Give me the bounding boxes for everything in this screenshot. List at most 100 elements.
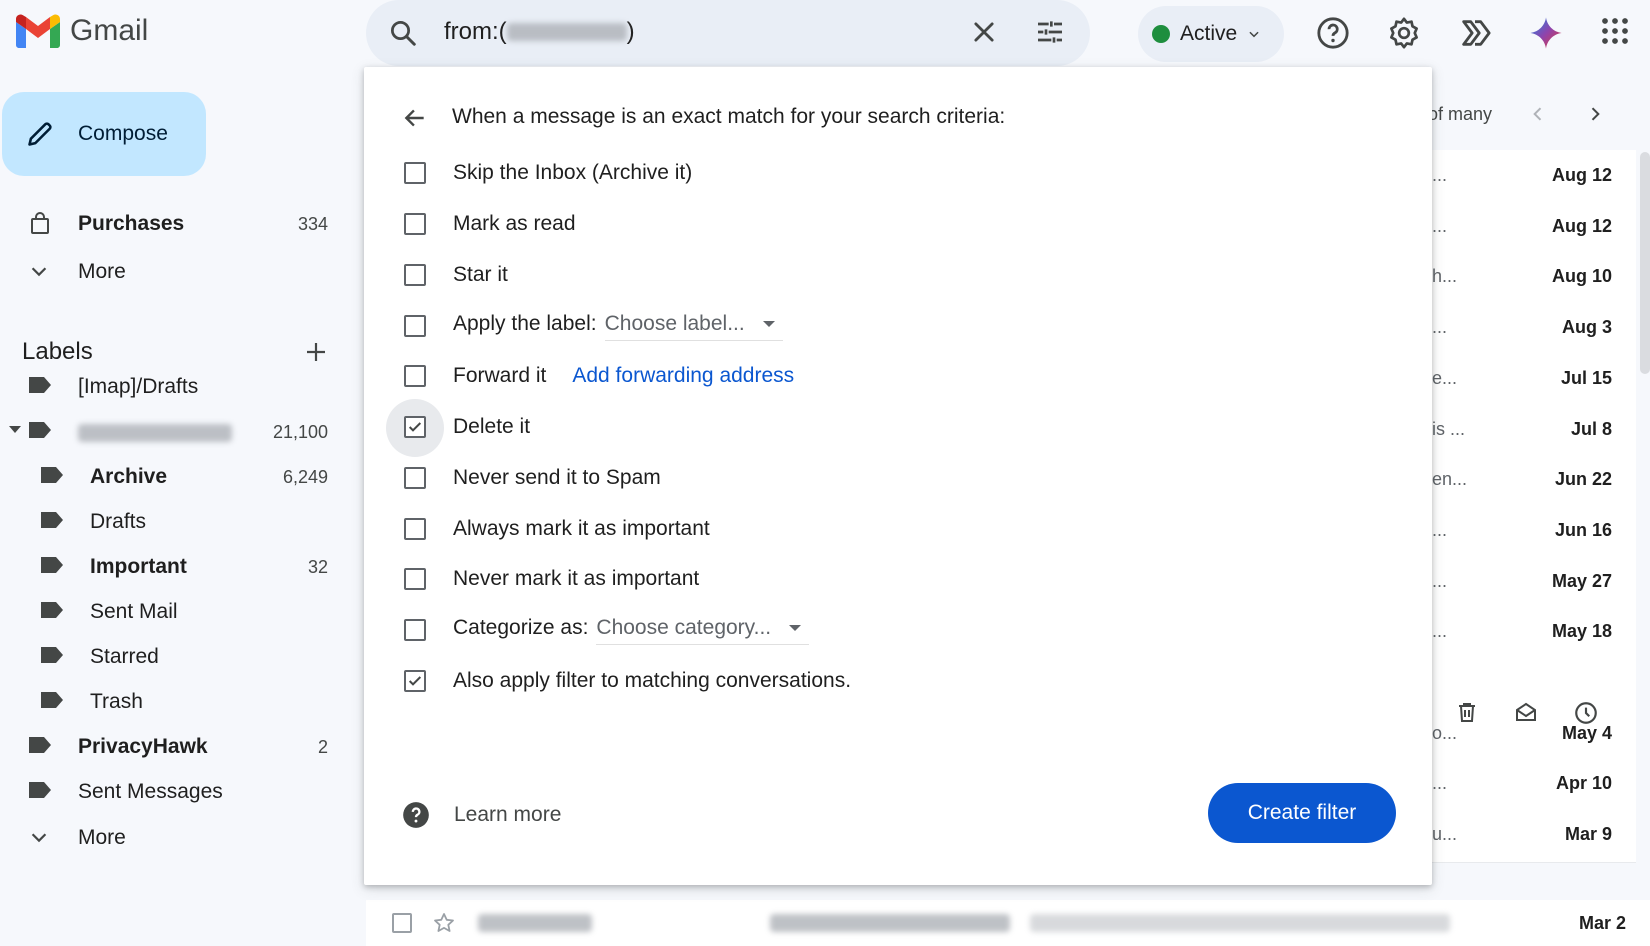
message-date: Mar 2	[1578, 913, 1626, 933]
table-row[interactable]: ... May 27	[1430, 555, 1636, 610]
checkbox[interactable]	[404, 619, 426, 641]
filter-option[interactable]: Always mark it as important	[364, 507, 1364, 551]
chevron-left-icon[interactable]	[1528, 104, 1548, 124]
expand-caret-icon[interactable]	[9, 426, 21, 433]
sidebar-label-item[interactable]: Archive 6,249	[0, 455, 340, 499]
checkbox[interactable]	[404, 365, 426, 387]
option-text: Delete it	[453, 415, 531, 438]
table-row[interactable]: en... Jun 22	[1430, 454, 1636, 509]
option-text: Star it	[453, 263, 508, 286]
table-row[interactable]: ... May 18	[1430, 606, 1636, 661]
filter-option[interactable]: Star it	[364, 253, 1364, 297]
back-arrow-icon[interactable]	[402, 105, 428, 131]
checkbox[interactable]	[404, 162, 426, 184]
apps-script-icon[interactable]	[1458, 16, 1492, 50]
option-text: Forward it	[453, 364, 547, 387]
sidebar-label-item[interactable]: PrivacyHawk 2	[0, 725, 340, 769]
sidebar-label-item[interactable]: Starred	[0, 635, 340, 679]
close-icon[interactable]	[970, 18, 998, 46]
help-icon[interactable]	[402, 801, 430, 829]
labels-heading: Labels	[22, 338, 93, 365]
checkbox[interactable]	[404, 518, 426, 540]
checkbox[interactable]	[404, 213, 426, 235]
sidebar-label-item[interactable]: 21,100	[0, 410, 340, 454]
filter-option-label: Always mark it as important	[453, 517, 710, 541]
message-snippet: ...	[1432, 570, 1448, 591]
mark-read-icon[interactable]	[1513, 700, 1539, 724]
sidebar-label-count: 6,249	[282, 466, 328, 487]
checkbox[interactable]	[404, 315, 426, 337]
table-row[interactable]: h... Aug 10	[1430, 251, 1636, 306]
filter-option[interactable]: Categorize as: Choose category...	[364, 608, 1364, 652]
sidebar-label-count: 21,100	[272, 421, 328, 442]
sidebar-item-label: More	[78, 260, 126, 283]
table-row[interactable]: ... Aug 3	[1430, 302, 1636, 357]
apps-grid-icon[interactable]	[1600, 16, 1630, 46]
sidebar-label-item[interactable]: Sent Mail	[0, 590, 340, 634]
filter-option-label: Skip the Inbox (Archive it)	[453, 161, 692, 185]
row-checkbox[interactable]	[392, 913, 412, 933]
message-snippet: ...	[1432, 317, 1448, 338]
label-tag-icon	[28, 735, 52, 755]
create-filter-button[interactable]: Create filter	[1208, 783, 1396, 843]
compose-button[interactable]: Compose	[2, 92, 206, 176]
checkbox[interactable]	[404, 264, 426, 286]
search-query-suffix: )	[626, 18, 635, 45]
clock-icon[interactable]	[1573, 700, 1599, 726]
checkbox-checked[interactable]	[404, 670, 426, 692]
message-snippet: u...	[1432, 824, 1458, 845]
sidebar-item-purchases[interactable]: Purchases 334	[0, 202, 340, 246]
gear-icon[interactable]	[1387, 16, 1421, 50]
star-icon[interactable]	[432, 911, 456, 935]
learn-more-link[interactable]: Learn more	[454, 803, 561, 827]
message-date: Aug 12	[1551, 215, 1612, 236]
checkbox[interactable]	[404, 568, 426, 590]
gemini-icon[interactable]	[1529, 16, 1563, 50]
compose-label: Compose	[78, 122, 168, 145]
sidebar-label-item[interactable]: Sent Messages	[0, 770, 340, 814]
table-row[interactable]: is ... Jul 8	[1430, 403, 1636, 458]
search-input[interactable]: from:( )	[444, 18, 635, 46]
table-row[interactable]: ... Aug 12	[1430, 150, 1636, 204]
sidebar-label-item[interactable]: Trash	[0, 680, 340, 724]
table-row[interactable]: ... Apr 10	[1430, 758, 1636, 813]
search-icon[interactable]	[388, 18, 418, 48]
search-options-icon[interactable]	[1034, 16, 1066, 48]
sidebar-label-name: Archive	[90, 465, 168, 488]
table-row[interactable]: ... Jun 16	[1430, 504, 1636, 559]
table-row[interactable]: e... Jul 15	[1430, 352, 1636, 407]
trash-icon[interactable]	[1455, 700, 1479, 724]
gmail-m-icon	[16, 14, 60, 48]
filter-option[interactable]: Also apply filter to matching conversati…	[364, 659, 1364, 703]
sidebar-label-item[interactable]: More	[0, 816, 340, 860]
sidebar-label-item[interactable]: Important 32	[0, 545, 340, 589]
sidebar-label-item[interactable]: [Imap]/Drafts	[0, 365, 340, 409]
sidebar-label-item[interactable]: Drafts	[0, 500, 340, 544]
filter-option[interactable]: Apply the label: Choose label...	[364, 304, 1364, 348]
filter-option[interactable]: Delete it	[364, 399, 1364, 457]
filter-option[interactable]: Forward it Add forwarding address	[364, 354, 1364, 398]
filter-option-label: Forward it Add forwarding address	[453, 364, 794, 388]
chevron-right-icon[interactable]	[1585, 104, 1605, 124]
plus-icon[interactable]	[304, 340, 328, 364]
category-dropdown[interactable]: Choose category...	[596, 616, 810, 645]
table-row[interactable]: Mar 2	[366, 900, 1650, 946]
shopping-bag-icon	[28, 212, 52, 236]
label-dropdown[interactable]: Choose label...	[604, 312, 783, 341]
sidebar-label-name: Sent Messages	[78, 780, 223, 803]
table-row[interactable]: ... Aug 12	[1430, 200, 1636, 255]
gmail-logo[interactable]: Gmail	[16, 14, 148, 48]
add-forwarding-address-link[interactable]: Add forwarding address	[572, 364, 794, 387]
filter-option[interactable]: Never send it to Spam	[364, 456, 1364, 500]
sidebar-item-more[interactable]: More	[0, 250, 340, 294]
status-selector[interactable]: Active	[1138, 6, 1284, 62]
filter-option-label: Mark as read	[453, 212, 576, 236]
checkbox[interactable]	[404, 467, 426, 489]
filter-option[interactable]: Never mark it as important	[364, 557, 1364, 601]
scrollbar[interactable]	[1640, 152, 1650, 374]
help-icon[interactable]	[1316, 16, 1350, 50]
table-row[interactable]: u... Mar 9	[1430, 809, 1636, 864]
filter-option[interactable]: Mark as read	[364, 202, 1364, 246]
filter-option[interactable]: Skip the Inbox (Archive it)	[364, 151, 1364, 195]
checkbox-checked[interactable]	[404, 416, 426, 438]
